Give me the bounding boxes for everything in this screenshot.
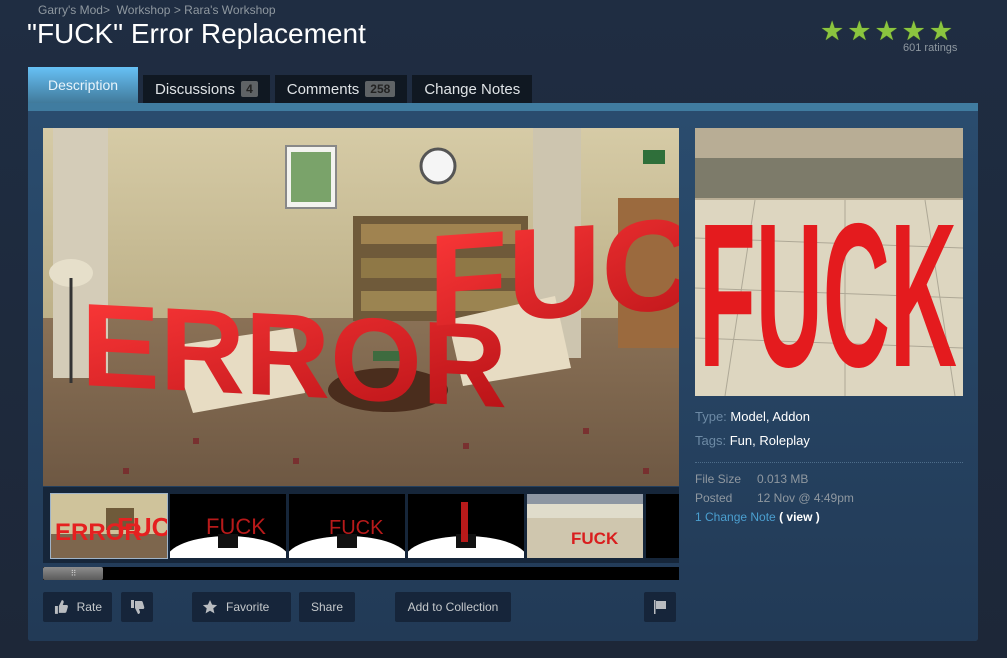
file-size-value: 0.013 MB bbox=[757, 472, 809, 486]
page-title: "FUCK" Error Replacement bbox=[27, 18, 366, 49]
tab-description[interactable]: Description bbox=[28, 67, 139, 103]
thumbs-up-icon bbox=[54, 600, 68, 614]
breadcrumb: Garry's Mod> Workshop > Rara's Workshop bbox=[38, 3, 276, 17]
favorite-label: Favorite bbox=[226, 600, 270, 614]
comments-count-badge: 258 bbox=[365, 81, 396, 97]
tab-label: Discussions bbox=[155, 80, 236, 98]
tab-change-notes[interactable]: Change Notes bbox=[412, 75, 533, 103]
file-size-label: File Size bbox=[695, 472, 742, 486]
type-row: Type: Model, Addon bbox=[695, 409, 963, 424]
thumbnail-scrollbar[interactable]: ⠿ bbox=[43, 567, 679, 580]
add-to-collection-label: Add to Collection bbox=[407, 600, 499, 614]
report-button[interactable] bbox=[644, 592, 676, 622]
item-details: Type: Model, Addon Tags: Fun, Roleplay F… bbox=[695, 409, 963, 529]
thumbnail-5[interactable]: FUCK bbox=[527, 494, 643, 558]
star-icon: ★ bbox=[847, 16, 872, 46]
details-divider bbox=[695, 462, 963, 463]
rate-up-button[interactable]: Rate bbox=[43, 592, 112, 622]
tab-comments[interactable]: Comments 258 bbox=[274, 75, 408, 103]
rate-label: Rate bbox=[76, 600, 102, 614]
scrollbar-handle[interactable]: ⠿ bbox=[43, 567, 103, 580]
add-to-collection-button[interactable]: Add to Collection bbox=[395, 592, 511, 622]
tab-bar: Description Discussions 4 Comments 258 C… bbox=[28, 67, 537, 103]
main-screenshot[interactable]: ERROR FUCK bbox=[43, 128, 679, 486]
tags-row: Tags: Fun, Roleplay bbox=[695, 433, 963, 448]
change-note-link[interactable]: 1 Change Note bbox=[695, 510, 776, 524]
view-change-notes-link[interactable]: ( view ) bbox=[779, 510, 820, 524]
tab-label: Description bbox=[48, 77, 119, 93]
tab-discussions[interactable]: Discussions 4 bbox=[143, 75, 270, 103]
thumbnail-image: ERROR FUCK bbox=[51, 494, 167, 558]
thumbnail-3[interactable]: FUCK bbox=[289, 494, 405, 558]
favorite-button[interactable]: Favorite bbox=[192, 592, 291, 622]
star-icon: ★ bbox=[928, 16, 954, 46]
tags-values[interactable]: Fun, Roleplay bbox=[730, 433, 810, 448]
file-size-row: File Size 0.013 MB bbox=[695, 472, 963, 486]
thumbnail-image: FUCK bbox=[170, 494, 286, 558]
preview-image: FUCK bbox=[695, 128, 963, 396]
rating-stars: ★ ★ ★ ★ ★ bbox=[820, 16, 960, 46]
star-icon: ★ bbox=[820, 16, 845, 46]
fuck-text-model: FUCK bbox=[428, 183, 679, 354]
thumbnail-4[interactable] bbox=[408, 494, 524, 558]
star-icon: ★ bbox=[901, 16, 926, 46]
tags-label: Tags: bbox=[695, 433, 727, 448]
type-values[interactable]: Model, Addon bbox=[730, 409, 810, 424]
thumbnail-2[interactable]: FUCK bbox=[170, 494, 286, 558]
svg-text:FUCK: FUCK bbox=[206, 514, 266, 539]
rating-count: 601 ratings bbox=[903, 42, 958, 54]
breadcrumb-garrys-mod[interactable]: Garry's Mod bbox=[38, 3, 103, 17]
star-icon: ★ bbox=[874, 16, 899, 46]
posted-row: Posted 12 Nov @ 4:49pm bbox=[695, 491, 963, 505]
fuck-text-model: FUCK bbox=[699, 181, 957, 396]
tab-label: Change Notes bbox=[424, 80, 521, 98]
posted-label: Posted bbox=[695, 491, 733, 505]
room-scene-image: ERROR FUCK bbox=[43, 128, 679, 486]
svg-text:FUCK: FUCK bbox=[571, 529, 619, 548]
rating: ★ ★ ★ ★ ★ 601 ratings bbox=[820, 16, 960, 55]
thumbnail-image bbox=[408, 494, 524, 558]
posted-value: 12 Nov @ 4:49pm bbox=[757, 491, 854, 505]
panel-top-bar bbox=[28, 103, 978, 111]
thumbnail-image: FUCK bbox=[527, 494, 643, 558]
change-note-row: 1 Change Note ( view ) bbox=[695, 510, 963, 524]
flag-icon bbox=[654, 600, 666, 614]
thumbnail-strip: ERROR FUCK FUCK FUCK bbox=[43, 487, 679, 563]
breadcrumb-separator: > bbox=[173, 3, 181, 17]
thumbnail-6[interactable] bbox=[646, 494, 679, 558]
rate-down-button[interactable] bbox=[121, 592, 153, 622]
thumbnail-image: FUCK bbox=[289, 494, 405, 558]
discussions-count-badge: 4 bbox=[241, 81, 258, 97]
thumbnail-1[interactable]: ERROR FUCK bbox=[50, 493, 168, 559]
svg-text:FUCK: FUCK bbox=[117, 512, 167, 542]
share-button[interactable]: Share bbox=[299, 592, 355, 622]
breadcrumb-separator: > bbox=[102, 3, 110, 17]
share-label: Share bbox=[310, 600, 344, 614]
breadcrumb-raras-workshop[interactable]: Rara's Workshop bbox=[184, 3, 275, 17]
svg-text:FUCK: FUCK bbox=[329, 517, 384, 539]
tab-label: Comments bbox=[286, 80, 360, 98]
thumbs-down-icon bbox=[131, 600, 145, 614]
star-icon bbox=[202, 600, 218, 614]
type-label: Type: bbox=[695, 409, 727, 424]
content-panel: ERROR FUCK ERROR FUCK FUCK bbox=[28, 103, 978, 641]
breadcrumb-workshop[interactable]: Workshop bbox=[117, 3, 171, 17]
preview-image-graphic: FUCK bbox=[695, 128, 963, 396]
